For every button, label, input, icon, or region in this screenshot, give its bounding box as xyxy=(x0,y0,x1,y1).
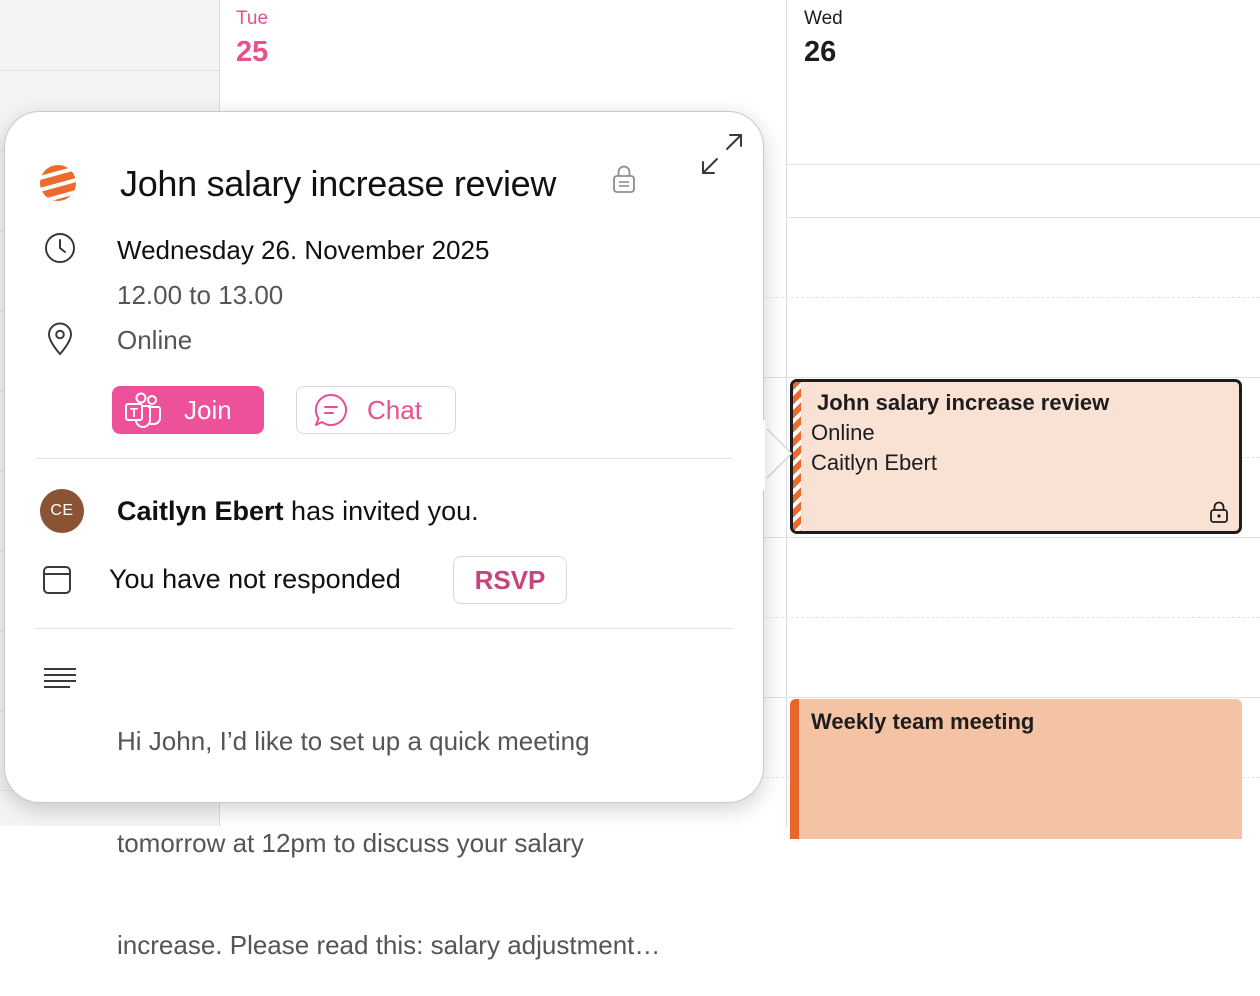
event-organizer: Caitlyn Ebert xyxy=(811,450,937,475)
notes-lines-icon xyxy=(44,668,76,688)
event-title: Weekly team meeting xyxy=(811,709,1035,734)
join-button-label: Join xyxy=(184,394,232,425)
event-john-salary-review[interactable]: John salary increase review Online Caitl… xyxy=(790,379,1242,534)
notes-line: Hi John, I’d like to set up a quick meet… xyxy=(117,726,590,756)
response-status: You have not responded xyxy=(109,564,401,594)
chat-button[interactable]: Chat xyxy=(296,386,456,434)
event-title: John salary increase review xyxy=(817,390,1110,415)
private-lock-icon xyxy=(613,165,635,193)
invitation-text: Caitlyn Ebert has invited you. xyxy=(117,496,479,527)
join-button[interactable]: T Join xyxy=(112,386,264,434)
chat-bubble-icon xyxy=(314,393,347,426)
notes-line: increase. Please read this: salary adjus… xyxy=(117,930,661,960)
day-name-wed: Wed xyxy=(804,8,843,29)
divider xyxy=(36,628,732,629)
calendar-color-icon xyxy=(40,165,76,201)
day-number-tue: 25 xyxy=(236,36,269,68)
avatar: CE xyxy=(40,489,84,533)
invite-suffix: has invited you. xyxy=(283,496,479,526)
teams-icon: T xyxy=(125,392,161,428)
divider xyxy=(36,458,732,459)
event-location: Online xyxy=(811,420,875,445)
event-color-bar xyxy=(790,699,799,839)
popover-pointer-mask xyxy=(735,420,765,490)
notes-line: tomorrow at 12pm to discuss your salary xyxy=(117,828,584,858)
day-name-tue: Tue xyxy=(236,8,269,29)
rsvp-button[interactable]: RSVP xyxy=(453,556,567,604)
day-number-wed: 26 xyxy=(804,36,837,68)
expand-icon[interactable] xyxy=(700,132,744,176)
svg-text:T: T xyxy=(130,405,138,420)
chat-button-label: Chat xyxy=(367,394,422,425)
event-color-stripe xyxy=(793,382,801,531)
private-lock-icon xyxy=(1210,501,1228,523)
event-notes: Hi John, I’d like to set up a quick meet… xyxy=(117,656,717,996)
grid-line xyxy=(787,164,1260,165)
grid-line xyxy=(0,70,219,71)
popover-title: John salary increase review xyxy=(120,163,557,204)
event-date: Wednesday 26. November 2025 xyxy=(117,235,490,265)
organizer-name: Caitlyn Ebert xyxy=(117,496,284,526)
location-pin-icon xyxy=(47,322,73,356)
event-time: 12.00 to 13.00 xyxy=(117,280,284,310)
grid-line xyxy=(787,217,1260,218)
clock-icon xyxy=(45,233,75,263)
calendar-icon xyxy=(43,566,71,594)
event-location: Online xyxy=(117,325,193,355)
event-weekly-team-meeting[interactable]: Weekly team meeting xyxy=(790,699,1242,839)
